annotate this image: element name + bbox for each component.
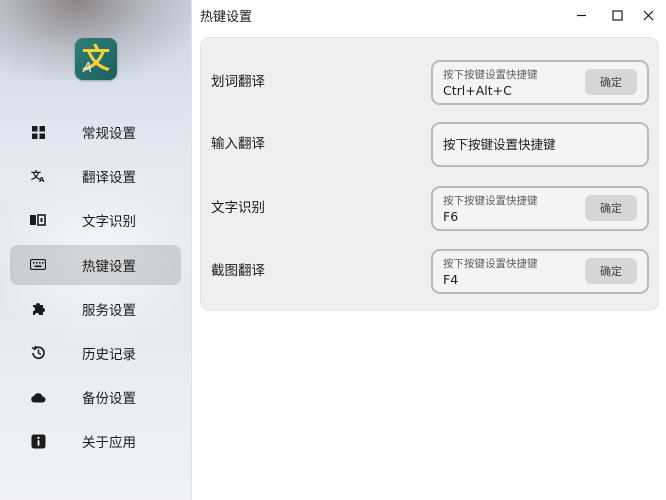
sidebar-item-label: 热键设置 [82, 258, 136, 275]
sidebar-item-history[interactable]: 历史记录 [10, 333, 181, 373]
sidebar-item-label: 历史记录 [82, 346, 136, 363]
hotkey-row-label: 截图翻译 [211, 263, 265, 279]
window-title: 热键设置 [200, 9, 253, 25]
svg-text:A: A [39, 176, 45, 183]
hotkey-row-input-translate: 输入翻译 按下按键设置快捷键 [201, 120, 660, 168]
keyboard-icon [30, 257, 46, 273]
grid-icon [30, 124, 46, 140]
ocr-icon [30, 212, 46, 228]
sidebar-item-label: 常规设置 [82, 126, 136, 142]
hotkey-row-selection-translate: 划词翻译 按下按键设置快捷键 Ctrl+Alt+C 确定 [201, 58, 660, 106]
cloud-icon [30, 389, 46, 405]
hotkey-input[interactable]: 按下按键设置快捷键 [431, 122, 649, 167]
hotkey-input[interactable]: 按下按键设置快捷键 F4 确定 [431, 249, 649, 294]
sidebar-item-hotkey[interactable]: 热键设置 [10, 244, 181, 285]
hotkey-row-label: 划词翻译 [211, 74, 265, 90]
hotkey-placeholder: 按下按键设置快捷键 [443, 137, 556, 152]
app-logo-letter: A [83, 61, 92, 76]
hotkey-placeholder: 按下按键设置快捷键 [443, 195, 538, 207]
confirm-button[interactable]: 确定 [585, 195, 637, 221]
close-icon [643, 10, 653, 20]
hotkey-row-screenshot-translate: 截图翻译 按下按键设置快捷键 F4 确定 [201, 247, 660, 295]
sidebar-item-ocr[interactable]: 文字识别 [10, 200, 181, 240]
sidebar-item-label: 关于应用 [82, 435, 136, 452]
sidebar-item-label: 文字识别 [82, 214, 136, 231]
settings-window: 文 A 常规设置 文A 翻译设置 文字识别 热键设置 服务设置 历史记录 备份设… [0, 0, 666, 500]
hotkey-input[interactable]: 按下按键设置快捷键 F6 确定 [431, 186, 649, 231]
confirm-button[interactable]: 确定 [585, 69, 637, 95]
hotkey-value: Ctrl+Alt+C [443, 83, 512, 98]
sidebar-item-translate[interactable]: 文A 翻译设置 [10, 156, 181, 196]
sidebar-item-label: 翻译设置 [82, 170, 136, 187]
maximize-icon [611, 9, 623, 21]
sidebar-item-label: 服务设置 [82, 302, 136, 319]
sidebar-item-backup[interactable]: 备份设置 [10, 377, 181, 417]
sidebar-item-general[interactable]: 常规设置 [10, 112, 181, 152]
minimize-button[interactable] [563, 0, 599, 30]
puzzle-icon [30, 301, 46, 317]
sidebar-item-service[interactable]: 服务设置 [10, 289, 181, 329]
close-button[interactable] [630, 0, 666, 30]
info-icon [30, 433, 46, 449]
hotkey-settings-card: 划词翻译 按下按键设置快捷键 Ctrl+Alt+C 确定 输入翻译 按下按键设置… [200, 37, 659, 311]
sidebar-item-about[interactable]: 关于应用 [10, 421, 181, 461]
hotkey-input[interactable]: 按下按键设置快捷键 Ctrl+Alt+C 确定 [431, 60, 649, 105]
history-icon [30, 345, 46, 361]
hotkey-placeholder: 按下按键设置快捷键 [443, 258, 538, 270]
app-logo: 文 A [75, 38, 117, 80]
hotkey-row-label: 输入翻译 [211, 136, 265, 152]
translate-icon: 文A [30, 168, 46, 184]
hotkey-placeholder: 按下按键设置快捷键 [443, 69, 538, 81]
sidebar-nav: 常规设置 文A 翻译设置 文字识别 热键设置 服务设置 历史记录 备份设置 关于… [10, 112, 181, 466]
sidebar: 文 A 常规设置 文A 翻译设置 文字识别 热键设置 服务设置 历史记录 备份设… [0, 0, 192, 500]
minimize-icon [576, 14, 586, 16]
hotkey-value: F4 [443, 272, 459, 287]
confirm-button[interactable]: 确定 [585, 258, 637, 284]
hotkey-row-ocr: 文字识别 按下按键设置快捷键 F6 确定 [201, 184, 660, 232]
sidebar-item-label: 备份设置 [82, 391, 136, 408]
hotkey-value: F6 [443, 209, 459, 224]
hotkey-row-label: 文字识别 [211, 200, 265, 216]
